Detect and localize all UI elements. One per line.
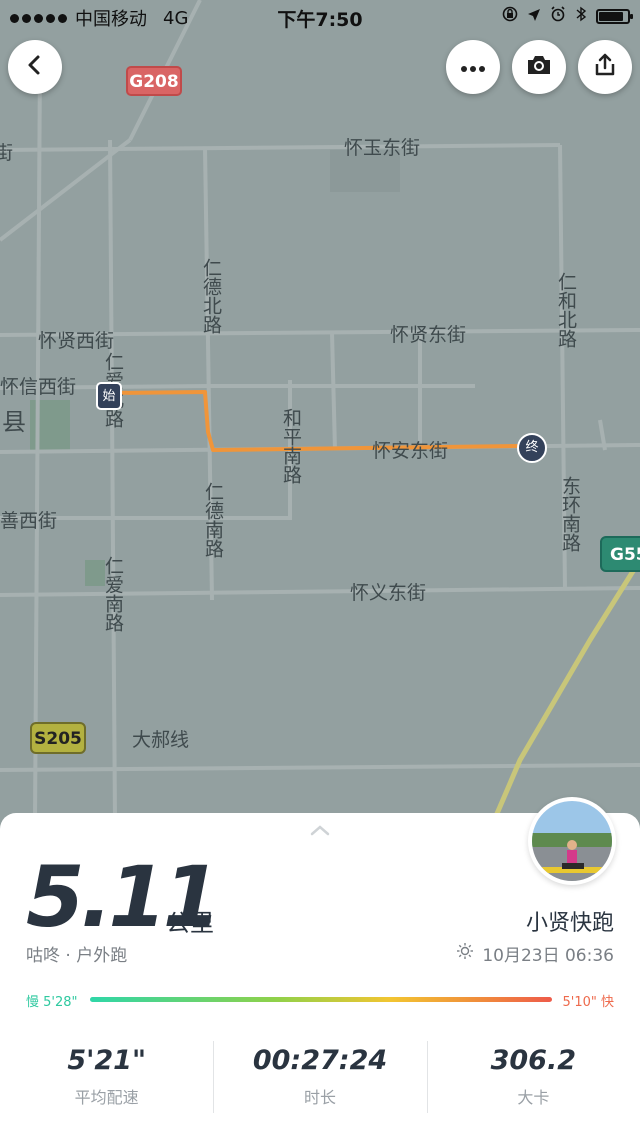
stat-value: 5'21" [67,1045,147,1076]
share-button[interactable] [578,40,632,94]
s205-shield: S205 [30,722,86,754]
street-label: 街 [0,142,14,164]
street-label: 仁德北路 [200,258,222,334]
stat-average-pace: 5'21" 平均配速 [0,1035,213,1121]
run-date: 10月23日 06:36 [482,946,614,966]
battery-icon [596,8,633,24]
distance-unit: 公里 [166,909,214,937]
pace-slowest-label: 慢 5'28" [26,995,78,1010]
route-start-marker: 始 [96,382,122,410]
battery-level [599,11,623,21]
street-label: 和平南路 [280,408,302,484]
camera-button[interactable] [512,40,566,94]
g208-shield: G208 [126,66,182,96]
more-options-button[interactable] [446,40,500,94]
camera-icon [526,54,552,80]
bluetooth-icon [575,6,587,26]
status-bar: 中国移动 4G 下午7:50 [0,0,640,34]
map-labels: 怀玉东街 仁德北路 仁和北路 怀贤西街 怀贤东街 怀信西街 仁爱北路 和平南路 … [0,0,640,830]
stats-row: 5'21" 平均配速 00:27:24 时长 306.2 大卡 [0,1035,640,1121]
street-label: 怀义东街 [350,582,427,604]
street-label: 大郝线 [132,729,190,751]
stat-label: 时长 [303,1088,336,1107]
street-label: 怀安东街 [372,440,449,462]
stat-label: 大卡 [517,1088,550,1107]
route-end-marker: 终 [517,433,547,463]
ellipsis-icon [460,58,486,77]
street-label: 怀贤东街 [390,324,467,346]
stat-duration: 00:27:24 时长 [213,1035,426,1121]
street-label: 仁爱南路 [102,556,124,632]
location-arrow-icon [527,7,541,26]
pace-gradient-bar [90,997,552,1002]
rotation-lock-icon [502,6,518,26]
run-date-row: 10月23日 06:36 [456,941,614,966]
stat-calories: 306.2 大卡 [426,1035,640,1121]
street-label: 县 [2,408,26,436]
run-summary-card: 5.11 公里 咕咚 · 户外跑 小贤快跑 10月23日 06:36 慢 5'2… [0,797,640,1138]
street-label: 东环南路 [559,476,581,552]
pace-fastest-label: 5'10" 快 [562,995,615,1010]
street-label: 怀贤西街 [38,330,115,352]
stat-label: 平均配速 [74,1088,139,1107]
route-map[interactable]: 怀玉东街 仁德北路 仁和北路 怀贤西街 怀贤东街 怀信西街 仁爱北路 和平南路 … [0,0,640,830]
street-label: 仁德南路 [202,482,224,558]
chevron-up-icon[interactable] [309,821,331,840]
share-icon [593,53,617,81]
stat-value: 00:27:24 [252,1045,388,1076]
street-label: 怀信西街 [0,376,77,398]
alarm-icon [550,6,566,26]
avatar[interactable] [528,797,616,885]
activity-source: 咕咚 · 户外跑 [26,946,128,966]
g55-shield: G55 [600,536,640,572]
street-label: 仁和北路 [555,272,577,348]
sun-icon [456,942,474,965]
street-label: 怀玉东街 [344,137,421,159]
back-button[interactable] [8,40,62,94]
stat-value: 306.2 [490,1045,577,1076]
street-label: 善西街 [0,510,58,532]
chevron-left-icon [24,54,46,80]
username[interactable]: 小贤快跑 [526,905,614,937]
